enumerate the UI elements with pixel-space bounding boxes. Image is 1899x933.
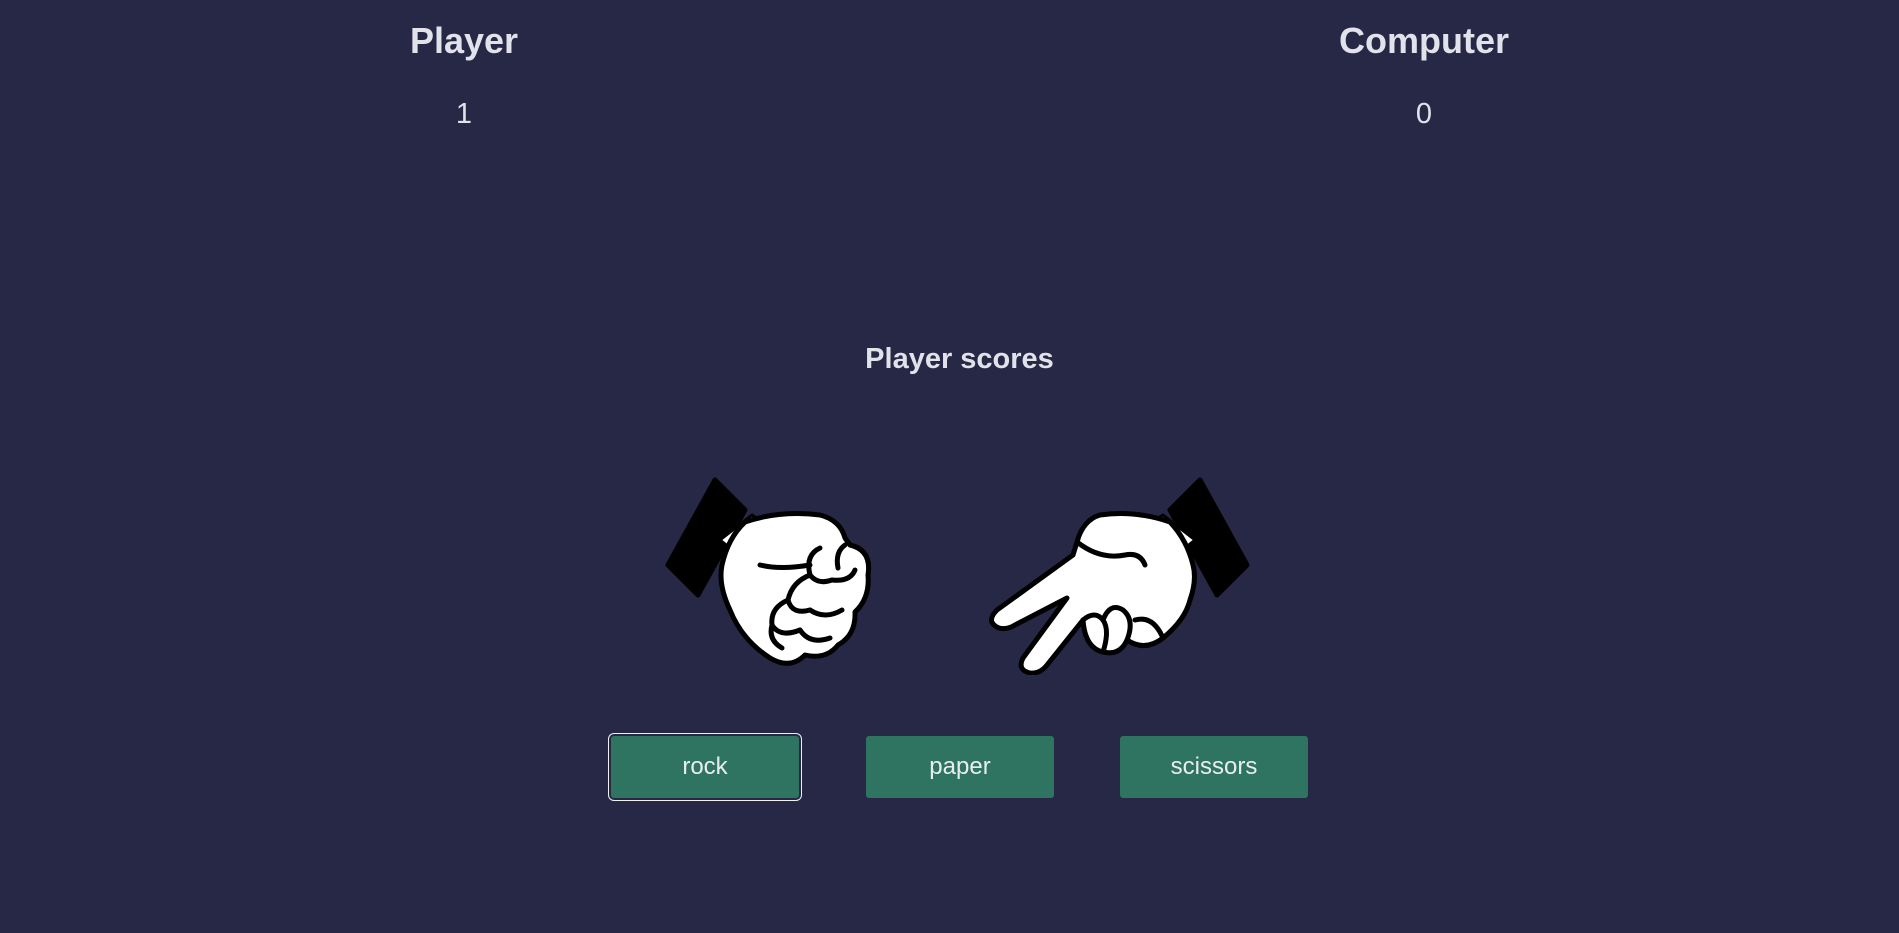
choice-buttons: rock paper scissors — [611, 736, 1311, 800]
player-label: Player — [409, 20, 519, 61]
player-score: 1 — [455, 98, 473, 130]
computer-label: Computer — [1339, 20, 1509, 61]
scissors-hand-icon — [989, 477, 1250, 675]
computer-score-panel: Computer 0 — [1274, 18, 1574, 131]
round-result: Player scores — [865, 343, 1054, 375]
scissors-button[interactable]: scissors — [1120, 736, 1308, 798]
paper-button[interactable]: paper — [866, 736, 1054, 798]
rock-hand-icon — [665, 477, 872, 666]
player-score-panel: Player 1 — [314, 18, 614, 131]
rock-button[interactable]: rock — [611, 736, 799, 798]
computer-score: 0 — [1415, 98, 1433, 130]
